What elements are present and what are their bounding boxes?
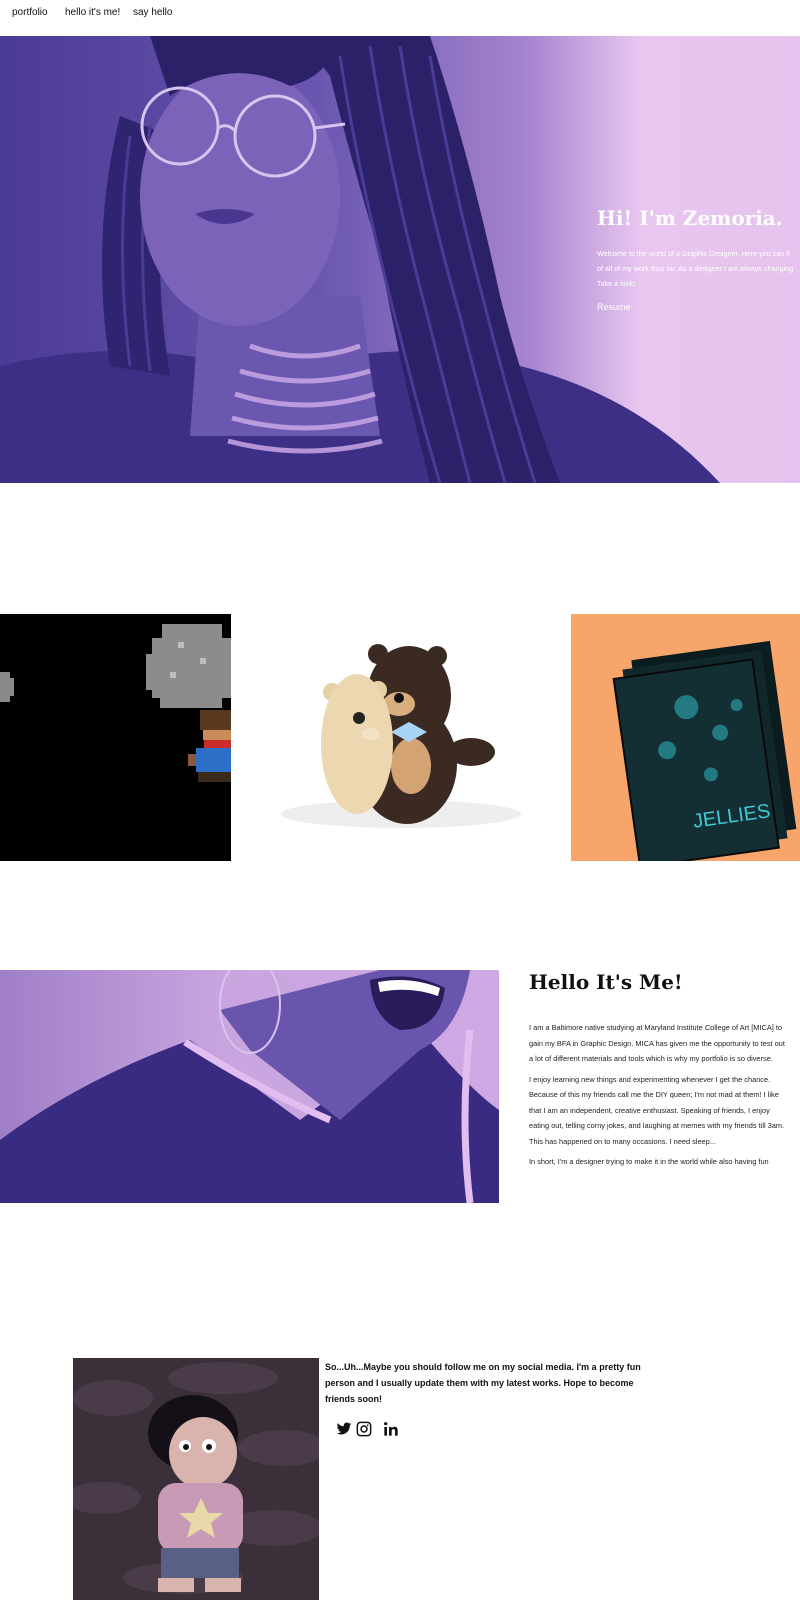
nav-portfolio-link[interactable]: portfolio [12, 7, 48, 18]
about-paragraph: I enjoy learning new things and experime… [529, 1074, 785, 1146]
about-photo [0, 970, 499, 1203]
jellies-book-image: JELLIES [571, 614, 800, 861]
portfolio-tile-pixel-game[interactable] [0, 614, 231, 861]
instagram-icon[interactable] [356, 1421, 372, 1437]
hero-description: Welcome to the world of a Graphic Design… [597, 249, 794, 288]
about-portrait-image [0, 970, 499, 1203]
social-links [336, 1421, 416, 1439]
nav-say-hello-link[interactable]: say hello [133, 7, 172, 18]
hero-title: Hi! I'm Zemoria. [597, 206, 783, 230]
nav-hello-link[interactable]: hello it's me! [65, 7, 120, 18]
linkedin-icon[interactable] [383, 1421, 399, 1437]
resume-link[interactable]: Resume [597, 302, 631, 312]
pixel-art-image [0, 614, 231, 861]
social-cartoon-image [73, 1358, 319, 1600]
social-section: So...Uh...Maybe you should follow me on … [325, 1359, 645, 1417]
about-paragraph: In short, I'm a designer trying to make … [529, 1157, 769, 1166]
portfolio-tile-plush-bears[interactable] [231, 614, 571, 861]
hero-section: Hi! I'm Zemoria. Welcome to the world of… [0, 36, 800, 483]
twitter-icon[interactable] [336, 1421, 352, 1437]
hero-intro: Hi! I'm Zemoria. Welcome to the world of… [597, 206, 800, 315]
portfolio-tile-jellies[interactable]: JELLIES [571, 614, 800, 861]
social-message: So...Uh...Maybe you should follow me on … [325, 1362, 641, 1404]
top-nav: portfolio hello it's me! say hello [0, 0, 800, 36]
about-section: Hello It's Me! I am a Baltimore native s… [529, 970, 791, 1175]
about-title: Hello It's Me! [529, 970, 683, 994]
about-paragraph: I am a Baltimore native studying at Mary… [529, 1023, 785, 1063]
plush-bears-image [231, 614, 571, 861]
